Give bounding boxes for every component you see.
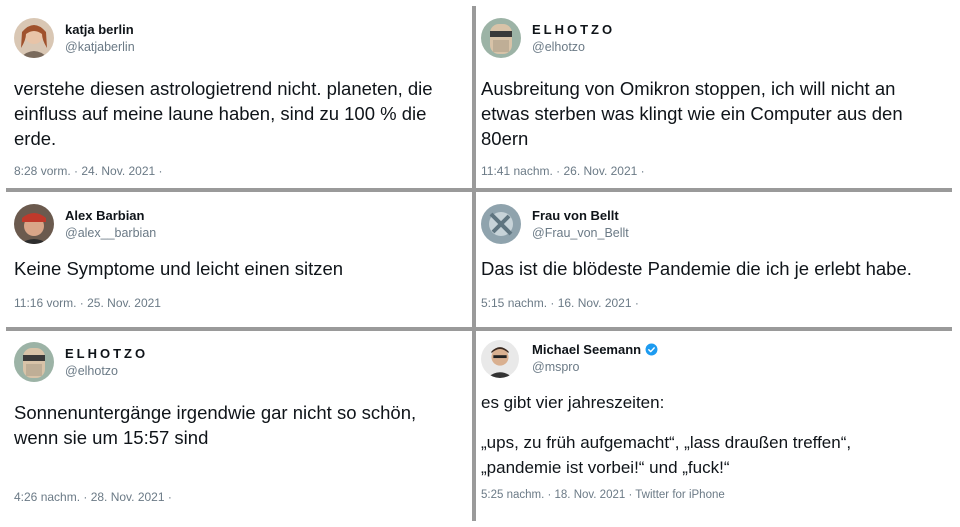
display-name[interactable]: ELHOTZO xyxy=(532,22,615,37)
verified-badge-icon xyxy=(645,343,658,356)
tweet-text: verstehe diesen astrologietrend nicht. p… xyxy=(14,78,433,149)
display-name[interactable]: Michael Seemann xyxy=(532,342,641,357)
tweet-card-frau-von-bellt[interactable]: Frau von Bellt @Frau_von_Bellt Das ist d… xyxy=(473,192,952,330)
tweet-card-michael-seemann[interactable]: Michael Seemann @mspro es gibt vier jahr… xyxy=(473,330,952,521)
tweet-timestamp[interactable]: 5:25 nachm. · 18. Nov. 2021 · Twitter fo… xyxy=(481,489,725,501)
tweet-timestamp[interactable]: 11:41 nachm. · 26. Nov. 2021 · xyxy=(481,164,645,178)
user-handle[interactable]: @alex__barbian xyxy=(65,226,156,240)
tweet-text: Das ist die blödeste Pandemie die ich je… xyxy=(481,258,912,279)
avatar[interactable] xyxy=(481,18,521,58)
user-handle[interactable]: @elhotzo xyxy=(65,364,118,378)
display-name[interactable]: Alex Barbian xyxy=(65,208,144,223)
user-handle[interactable]: @mspro xyxy=(532,360,579,374)
user-handle[interactable]: @elhotzo xyxy=(532,40,585,54)
avatar[interactable] xyxy=(14,18,54,58)
tweet-timestamp[interactable]: 4:26 nachm. · 28. Nov. 2021 · xyxy=(14,490,172,504)
avatar[interactable] xyxy=(481,340,519,378)
tweet-card-alex[interactable]: Alex Barbian @alex__barbian Keine Sympto… xyxy=(6,192,473,330)
tweet-text-line-1: es gibt vier jahreszeiten: xyxy=(481,393,665,412)
row-divider xyxy=(6,188,952,192)
tweet-text: Ausbreitung von Omikron stoppen, ich wil… xyxy=(481,78,903,149)
tweet-card-elhotzo-1[interactable]: ELHOTZO @elhotzo Ausbreitung von Omikron… xyxy=(473,6,952,192)
tweet-card-elhotzo-2[interactable]: ELHOTZO @elhotzo Sonnenuntergänge irgend… xyxy=(6,330,473,521)
tweet-text: Keine Symptome und leicht einen sitzen xyxy=(14,258,344,279)
row-divider xyxy=(6,327,952,331)
tweet-timestamp[interactable]: 8:28 vorm. · 24. Nov. 2021 · xyxy=(14,164,163,178)
display-name[interactable]: ELHOTZO xyxy=(65,346,148,361)
tweet-grid: katja berlin @katjaberlin verstehe diese… xyxy=(6,6,952,521)
avatar[interactable] xyxy=(14,342,54,382)
user-handle[interactable]: @katjaberlin xyxy=(65,40,135,54)
tweet-timestamp[interactable]: 5:15 nachm. · 16. Nov. 2021 · xyxy=(481,296,639,310)
display-name[interactable]: Frau von Bellt xyxy=(532,208,619,223)
display-name-row[interactable]: Michael Seemann xyxy=(532,342,658,357)
tweet-text: Sonnenuntergänge irgendwie gar nicht so … xyxy=(14,402,417,448)
user-handle[interactable]: @Frau_von_Bellt xyxy=(532,226,629,240)
display-name[interactable]: katja berlin xyxy=(65,22,134,37)
column-divider xyxy=(472,6,476,521)
tweet-card-katja[interactable]: katja berlin @katjaberlin verstehe diese… xyxy=(6,6,473,192)
tweet-timestamp[interactable]: 11:16 vorm. · 25. Nov. 2021 xyxy=(14,296,161,310)
avatar[interactable] xyxy=(14,204,54,244)
avatar[interactable] xyxy=(481,204,521,244)
tweet-text-line-2: „ups, zu früh aufgemacht“, „lass draußen… xyxy=(481,433,852,477)
